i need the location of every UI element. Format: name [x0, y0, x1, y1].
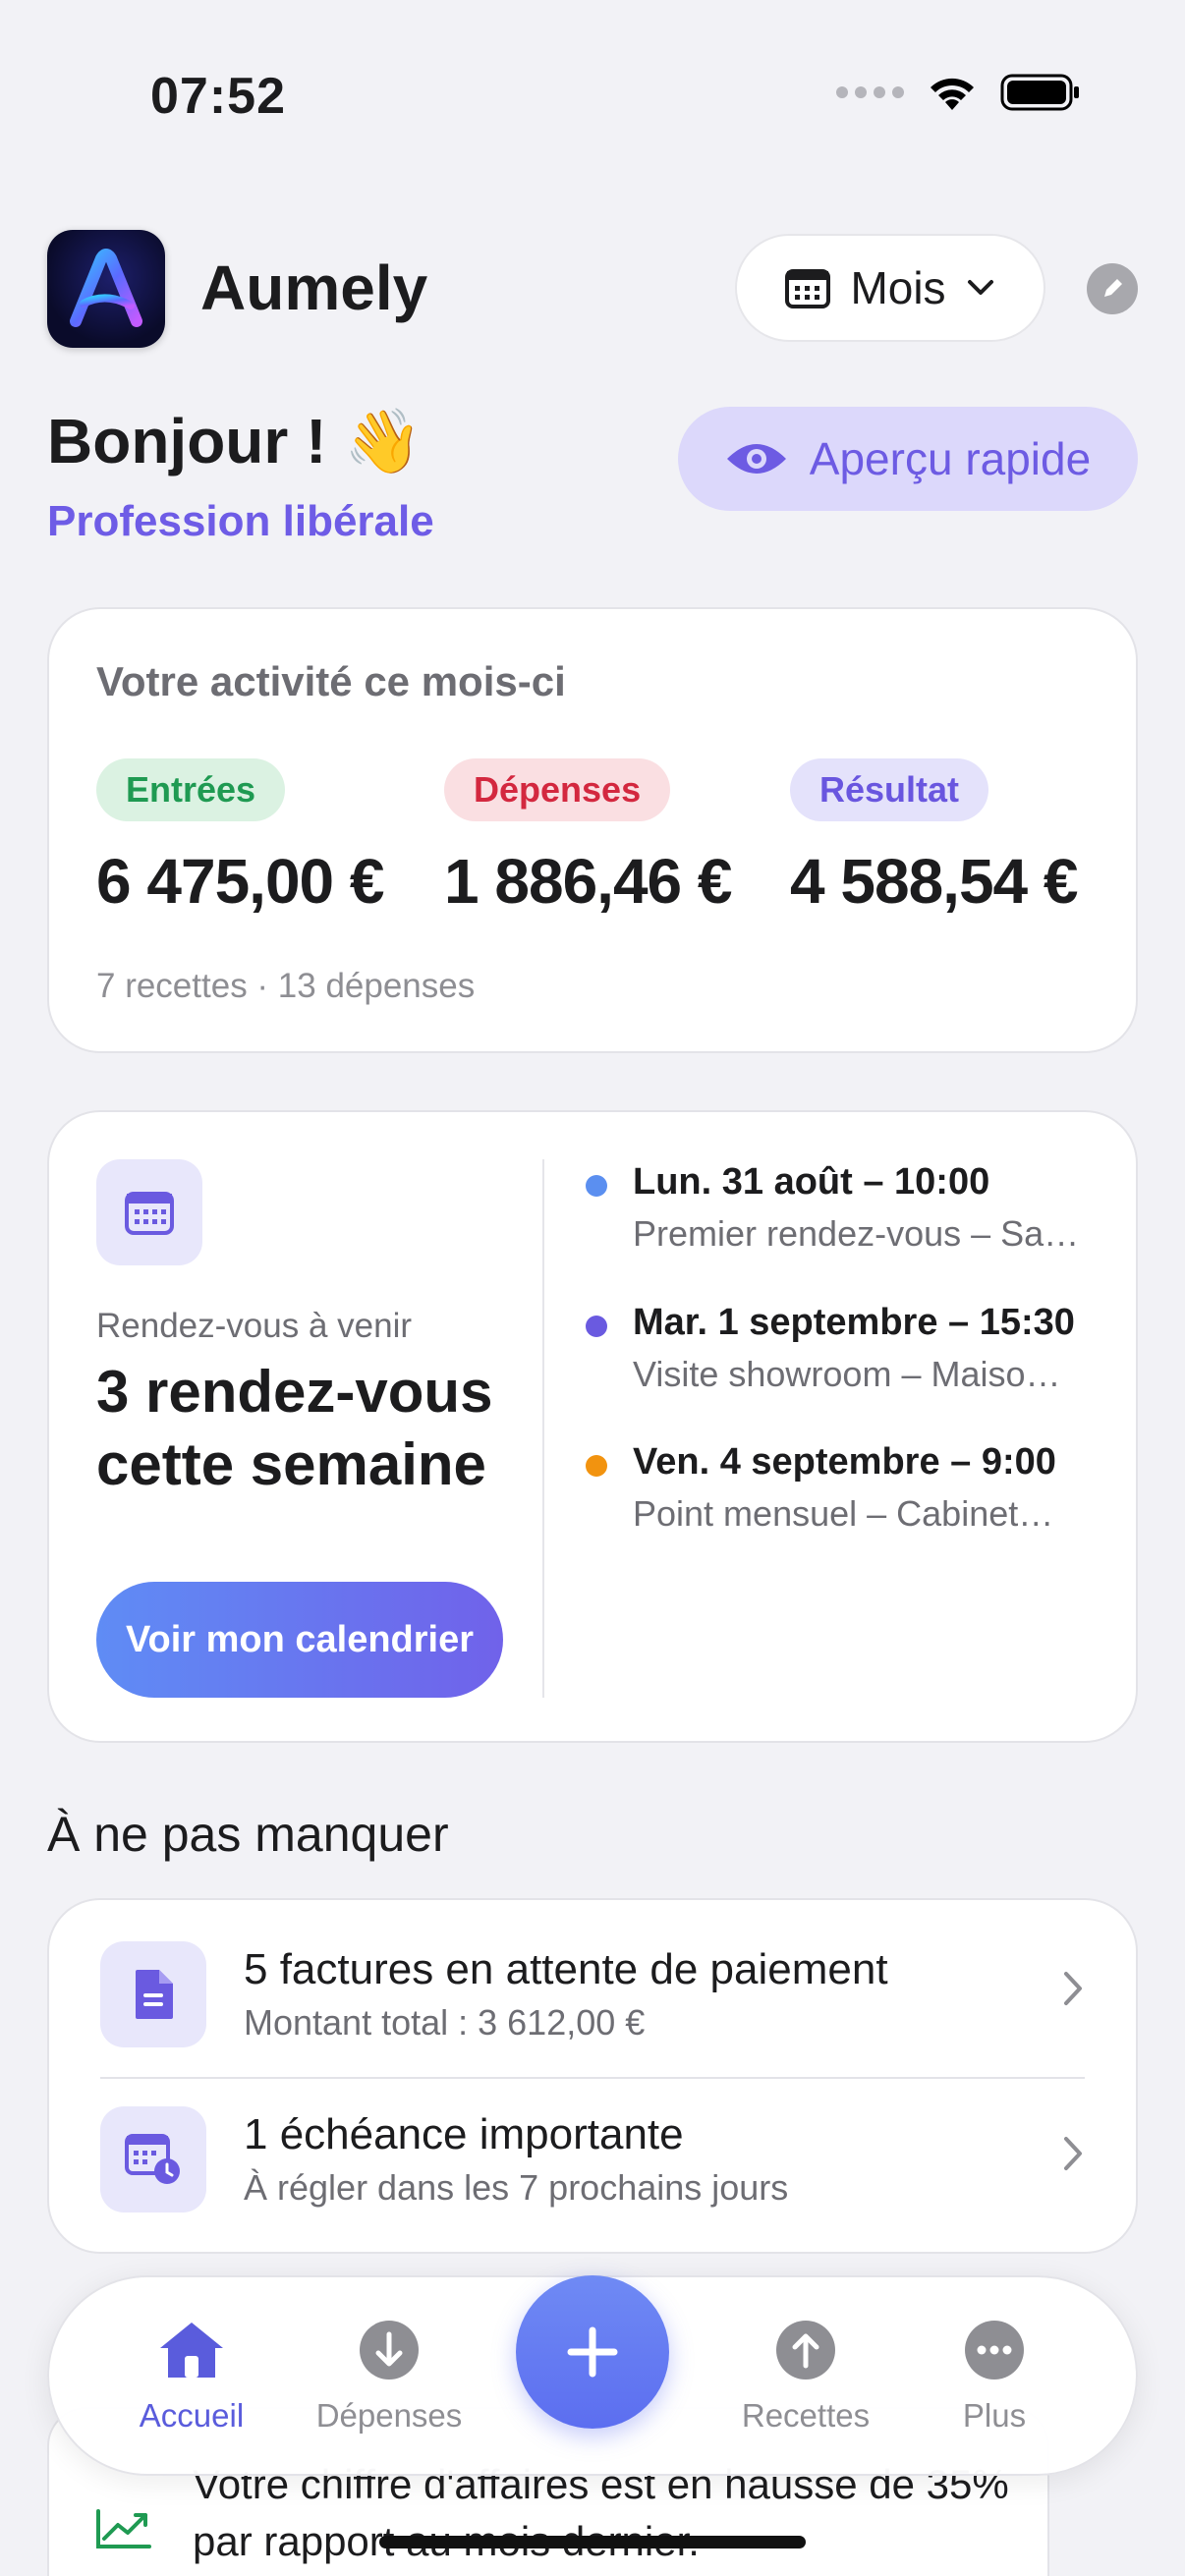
status-bar: 07:52 [0, 0, 1185, 187]
tab-expenses[interactable]: Dépenses [301, 2319, 478, 2435]
income-badge: Entrées [96, 758, 286, 821]
calendar-icon [785, 269, 831, 308]
calendar-badge [96, 1159, 202, 1265]
invoice-icon [136, 1970, 173, 2019]
chevron-down-icon [967, 280, 993, 295]
event-item[interactable]: Ven. 4 septembre – 9:00 Point mensuel – … [586, 1441, 1144, 1535]
pending-invoices-item[interactable]: 5 factures en attente de paiement Montan… [49, 1900, 1136, 2079]
tab-home[interactable]: Accueil [103, 2319, 280, 2435]
expenses-badge: Dépenses [444, 758, 671, 821]
activity-title: Votre activité ce mois-ci [96, 658, 566, 704]
activity-counts: 7 recettes · 13 dépenses [96, 967, 476, 1005]
wifi-icon [931, 78, 974, 110]
event-item[interactable]: Mar. 1 septembre – 15:30 Visite showroom… [586, 1302, 1144, 1395]
appointments-title: 3 rendez-vous cette semaine [96, 1359, 493, 1497]
view-calendar-button[interactable]: Voir mon calendrier [96, 1582, 503, 1698]
status-icons [836, 73, 1081, 112]
logo-a-icon [70, 249, 142, 327]
quick-view-button[interactable]: Aperçu rapide [678, 407, 1138, 511]
home-indicator [379, 2536, 806, 2548]
status-time: 07:52 [150, 68, 286, 125]
alert-title: 1 échéance importante [244, 2110, 684, 2158]
divider [542, 1159, 544, 1698]
event-date: Ven. 4 septembre – 9:00 [633, 1441, 1056, 1483]
event-date: Lun. 31 août – 10:00 [633, 1161, 990, 1203]
tab-label: Recettes [741, 2397, 871, 2434]
tab-label: Plus [962, 2397, 1027, 2434]
app-logo [47, 230, 165, 348]
deadline-icon-box [100, 2106, 206, 2212]
appointments-card: Rendez-vous à venir 3 rendez-vous cette … [47, 1110, 1138, 1743]
calendar-clock-icon [125, 2134, 180, 2184]
section-title: À ne pas manquer [47, 1807, 449, 1862]
alert-subtitle: Montant total : 3 612,00 € [244, 2002, 646, 2043]
event-description: Point mensuel – Cabinet… [633, 1493, 1054, 1534]
quick-view-label: Aperçu rapide [809, 433, 1092, 484]
eye-icon [726, 444, 786, 474]
invoice-icon-box [100, 1941, 206, 2047]
arrow-down-circle-icon [360, 2321, 419, 2380]
event-dot [586, 1175, 607, 1197]
result-badge: Résultat [790, 758, 989, 821]
expenses-metric: Dépenses 1 886,46 € [444, 758, 732, 918]
appointments-label: Rendez-vous à venir [96, 1307, 412, 1345]
event-dot [586, 1316, 607, 1337]
edit-button[interactable] [1087, 263, 1138, 314]
event-date: Mar. 1 septembre – 15:30 [633, 1302, 1075, 1343]
result-metric: Résultat 4 588,54 € [790, 758, 1078, 918]
cellular-signal-icon [836, 86, 904, 98]
event-dot [586, 1455, 607, 1477]
event-description: Premier rendez-vous – Sa… [633, 1213, 1080, 1254]
period-label: Mois [850, 262, 946, 313]
profession-label: Profession libérale [47, 497, 434, 545]
activity-card[interactable]: Votre activité ce mois-ci Entrées 6 475,… [47, 607, 1138, 1053]
trend-up-icon [96, 2509, 151, 2548]
battery-icon [1000, 74, 1079, 111]
pencil-icon [1104, 279, 1122, 297]
more-icon [965, 2321, 1024, 2380]
result-amount: 4 588,54 € [790, 846, 1078, 917]
home-icon [160, 2323, 223, 2378]
chevron-right-icon [1064, 1972, 1082, 2005]
add-button[interactable] [516, 2275, 669, 2429]
event-description: Visite showroom – Maiso… [633, 1354, 1061, 1394]
tab-more[interactable]: Plus [906, 2319, 1083, 2435]
arrow-up-circle-icon [776, 2321, 835, 2380]
tab-label: Accueil [139, 2397, 245, 2434]
plus-icon [567, 2326, 618, 2378]
app-header: Aumely Mois [47, 230, 1138, 348]
tab-income[interactable]: Recettes [717, 2319, 894, 2435]
alert-title: 5 factures en attente de paiement [244, 1945, 888, 1993]
period-selector[interactable]: Mois [735, 234, 1045, 342]
alerts-card: 5 factures en attente de paiement Montan… [47, 1898, 1138, 2254]
event-item[interactable]: Lun. 31 août – 10:00 Premier rendez-vous… [586, 1161, 1144, 1255]
expenses-amount: 1 886,46 € [444, 846, 732, 917]
alert-subtitle: À régler dans les 7 prochains jours [244, 2167, 789, 2208]
income-amount: 6 475,00 € [96, 846, 384, 917]
chevron-right-icon [1064, 2137, 1082, 2170]
calendar-icon [125, 1192, 174, 1235]
important-deadline-item[interactable]: 1 échéance importante À régler dans les … [49, 2065, 1136, 2232]
app-name: Aumely [200, 252, 428, 323]
tab-label: Dépenses [315, 2397, 463, 2434]
greeting-title: Bonjour ! 👋 [47, 406, 423, 476]
income-metric: Entrées 6 475,00 € [96, 758, 384, 918]
